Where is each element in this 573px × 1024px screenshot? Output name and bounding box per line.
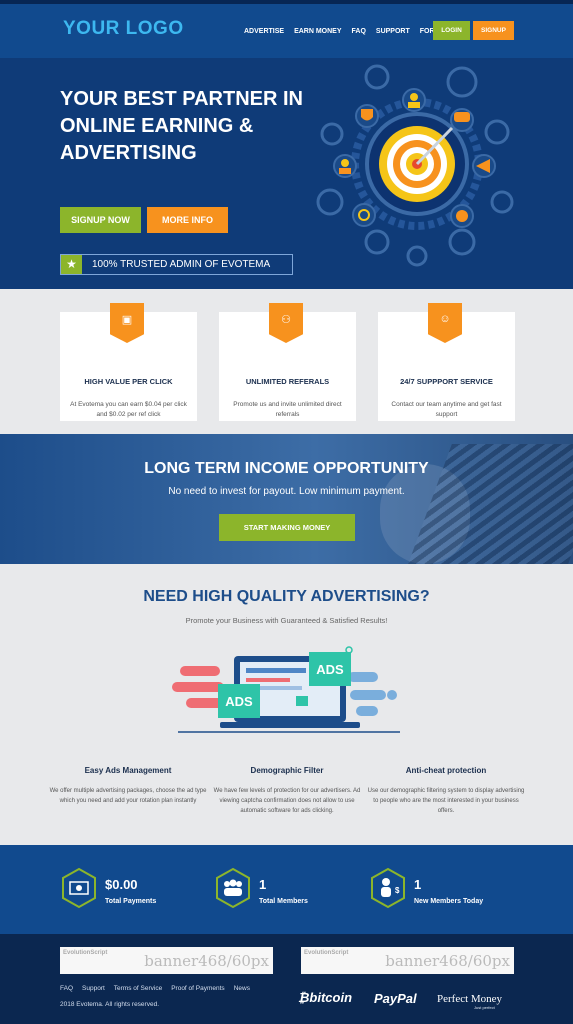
ads-label-bottom: ADS: [225, 694, 253, 709]
nav-advertise[interactable]: ADVERTISE: [244, 28, 284, 35]
adv-column-easy-ads: Easy Ads Management We offer multiple ad…: [48, 766, 208, 806]
stat-total-members: 1 Total Members: [214, 867, 364, 911]
ads-laptop-illustration: ADS ADS: [172, 646, 400, 733]
login-button[interactable]: LOGIN: [433, 21, 470, 40]
signup-button[interactable]: SIGNUP: [473, 21, 514, 40]
banner-script-label: EvolutionScript: [304, 950, 349, 956]
feature-title: UNLIMITED REFERALS: [245, 377, 330, 386]
payments-icon: [62, 867, 96, 909]
feature-card-support: ☺ 24/7 SUPPPORT SERVICE Contact our team…: [378, 303, 515, 421]
stat-value: $0.00: [105, 877, 138, 892]
feature-title: 24/7 SUPPPORT SERVICE: [400, 377, 493, 386]
copyright: 2018 Evotema. All rights reserved.: [60, 1001, 159, 1008]
banner-ad-left[interactable]: EvolutionScript banner468/60px: [60, 947, 273, 974]
adv-column-title: Easy Ads Management: [84, 766, 172, 775]
start-making-money-button[interactable]: START MAKING MONEY: [219, 514, 355, 541]
adv-column-demographic: Demographic Filter We have few levels of…: [207, 766, 367, 816]
signup-now-button[interactable]: SIGNUP NOW: [60, 207, 141, 233]
banner-size-label: banner468/60px: [144, 952, 269, 970]
stat-label: New Members Today: [414, 898, 484, 905]
advertising-section: NEED HIGH QUALITY ADVERTISING? Promote y…: [0, 564, 573, 845]
main-nav: ADVERTISE EARN MONEY FAQ SUPPORT FORUM: [244, 28, 445, 35]
site-footer: EvolutionScript banner468/60px Evolution…: [0, 934, 573, 1024]
adv-column-title: Anti-cheat protection: [405, 766, 487, 775]
nav-earn-money[interactable]: EARN MONEY: [294, 28, 341, 35]
feature-desc: At Evotema you can earn $0.04 per click …: [70, 401, 187, 418]
more-info-button[interactable]: MORE INFO: [147, 207, 228, 233]
adv-column-desc: We have few levels of protection for our…: [213, 788, 361, 814]
income-subtitle: No need to invest for payout. Low minimu…: [168, 486, 405, 497]
adv-column-title: Demographic Filter: [250, 766, 324, 775]
hero-title: YOUR BEST PARTNER IN ONLINE EARNING & AD…: [60, 88, 303, 164]
perfect-money-logo: Perfect Money: [437, 993, 503, 1005]
stat-new-members: $ 1 New Members Today: [369, 867, 519, 911]
support-icon: ☺: [428, 303, 462, 343]
bitcoin-label: bitcoin: [309, 990, 353, 1005]
trusted-badge: ★ 100% TRUSTED ADMIN OF EVOTEMA: [60, 254, 293, 275]
footer-link-terms[interactable]: Terms of Service: [114, 985, 162, 992]
income-title: LONG TERM INCOME OPPORTUNITY: [144, 460, 429, 477]
adv-column-desc: We offer multiple advertising packages, …: [49, 788, 207, 804]
feature-desc: Contact our team anytime and get fast su…: [391, 401, 502, 418]
footer-link-proof[interactable]: Proof of Payments: [171, 985, 224, 992]
perfect-money-tagline: Just perfect: [474, 1005, 495, 1010]
stat-value: 1: [259, 877, 267, 892]
stats-section: $0.00 Total Payments 1 Total Members $ 1…: [0, 845, 573, 934]
footer-link-news[interactable]: News: [234, 985, 250, 992]
members-icon: [216, 867, 250, 909]
feature-desc: Promote us and invite unlimited direct r…: [233, 401, 342, 418]
nav-faq[interactable]: FAQ: [352, 28, 366, 35]
site-logo[interactable]: YOUR LOGO: [63, 18, 184, 40]
feature-card-referals: ⚇ UNLIMITED REFERALS Promote us and invi…: [219, 303, 356, 421]
ads-label-top: ADS: [316, 662, 344, 677]
stat-label: Total Members: [259, 898, 308, 905]
adv-column-desc: Use our demographic filtering system to …: [367, 788, 525, 814]
paypal-logo: PayPal: [374, 991, 417, 1006]
feature-card-value: ▣ HIGH VALUE PER CLICK At Evotema you ca…: [60, 303, 197, 421]
site-header: YOUR LOGO ADVERTISE EARN MONEY FAQ SUPPO…: [0, 4, 573, 58]
features-section: ▣ HIGH VALUE PER CLICK At Evotema you ca…: [0, 289, 573, 434]
group-icon: ⚇: [269, 303, 303, 343]
banner-script-label: EvolutionScript: [63, 950, 108, 956]
advertising-title: NEED HIGH QUALITY ADVERTISING?: [143, 588, 430, 605]
stat-label: Total Payments: [105, 898, 157, 905]
banner-ad-right[interactable]: EvolutionScript banner468/60px: [301, 947, 514, 974]
footer-link-faq[interactable]: FAQ: [60, 985, 73, 992]
bitcoin-logo: ₿bitcoin: [298, 990, 353, 1005]
stat-value: 1: [414, 877, 422, 892]
feature-title: HIGH VALUE PER CLICK: [84, 377, 173, 386]
svg-text:$: $: [395, 886, 400, 895]
stat-total-payments: $0.00 Total Payments: [60, 867, 210, 911]
target-gears-illustration: [316, 64, 514, 267]
nav-support[interactable]: SUPPORT: [376, 28, 410, 35]
income-section: LONG TERM INCOME OPPORTUNITY No need to …: [0, 434, 573, 564]
adv-column-anti-cheat: Anti-cheat protection Use our demographi…: [366, 766, 526, 816]
advertising-subtitle: Promote your Business with Guaranteed & …: [185, 616, 388, 625]
money-icon: ▣: [110, 303, 144, 343]
banner-size-label: banner468/60px: [385, 952, 510, 970]
new-member-icon: $: [371, 867, 405, 909]
footer-link-support[interactable]: Support: [82, 985, 105, 992]
trusted-text: 100% TRUSTED ADMIN OF EVOTEMA: [92, 259, 271, 270]
footer-links: FAQ Support Terms of Service Proof of Pa…: [60, 985, 250, 992]
hero-section: YOUR BEST PARTNER IN ONLINE EARNING & AD…: [0, 58, 573, 289]
star-icon: ★: [61, 255, 82, 274]
